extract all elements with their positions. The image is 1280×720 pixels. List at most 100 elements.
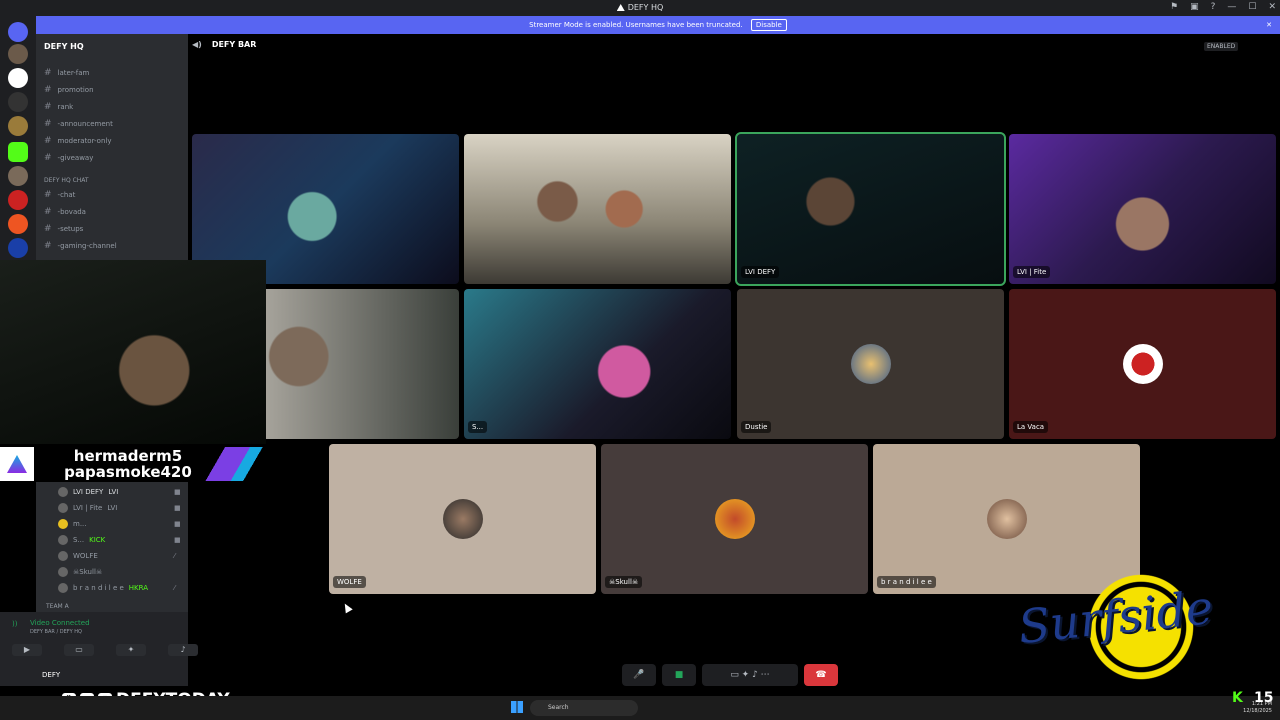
streamer-webcam <box>0 260 266 444</box>
muted-icon: ⁄ <box>174 552 176 560</box>
minimize-button[interactable]: — <box>1227 2 1236 12</box>
channel-later-fam[interactable]: # later-fam <box>44 68 89 78</box>
signal-icon: )) <box>12 620 18 628</box>
hash-icon: # <box>44 224 52 234</box>
video-tile[interactable]: LVI DEFY <box>735 132 1006 286</box>
video-tile[interactable]: b r a n d i l e e <box>873 444 1140 594</box>
inbox-icon[interactable]: ▣ <box>1190 2 1199 12</box>
camera-icon: ■ <box>174 504 181 512</box>
video-tile[interactable]: Dustie <box>737 289 1004 439</box>
channel-setups[interactable]: # -setups <box>44 224 83 234</box>
hash-icon: # <box>44 153 52 163</box>
defy-logo-icon <box>0 447 34 481</box>
channel-moderator-only[interactable]: # moderator-only <box>44 136 112 146</box>
mute-button[interactable]: 🎤 <box>622 664 656 686</box>
video-tile[interactable]: LVI | Fite <box>1009 134 1276 284</box>
server-icon[interactable] <box>8 68 28 88</box>
voice-user[interactable]: LVI | Fite LVI ■ <box>58 503 181 513</box>
voice-connection-panel: )) Video Connected DEFY BAR / DEFY HQ ▶ … <box>0 612 198 662</box>
server-rail <box>0 16 36 266</box>
server-icon[interactable] <box>8 238 28 258</box>
taskbar-search[interactable]: Search <box>530 700 638 716</box>
voice-user[interactable]: m... ■ <box>58 519 181 529</box>
channel-giveaway[interactable]: # -giveaway <box>44 153 93 163</box>
channel-sidebar: DEFY HQ # later-fam # promotion # rank # -an… <box>36 34 188 264</box>
participant-name: WOLFE <box>333 576 366 588</box>
video-tile[interactable]: WOLFE <box>329 444 596 594</box>
server-icon[interactable] <box>8 190 28 210</box>
maximize-button[interactable]: ☐ <box>1248 2 1256 12</box>
screen-share-button[interactable]: ▭ <box>64 644 94 656</box>
participant-name: S... <box>468 421 488 433</box>
channel-gaming[interactable]: # -gaming-channel <box>44 241 117 251</box>
avatar <box>58 519 68 529</box>
category-header[interactable]: DEFY HQ CHAT <box>44 177 89 184</box>
camera-icon: ■ <box>174 520 181 528</box>
participant-name: Dustie <box>741 421 772 433</box>
avatar <box>58 551 68 561</box>
video-tile[interactable]: La Vaca <box>1009 289 1276 439</box>
voice-user[interactable]: b r a n d i l e e HKRA ⁄ <box>58 583 175 593</box>
disable-streamer-mode-button[interactable]: Disable <box>750 19 787 31</box>
hash-icon: # <box>44 68 52 78</box>
camera-icon: ■ <box>174 488 181 496</box>
camera-button[interactable]: ▶ <box>12 644 42 656</box>
participant-name: LVI | Fite <box>1013 266 1051 278</box>
disconnect-button[interactable]: ☎ <box>804 664 838 686</box>
team-channel[interactable]: TEAM A <box>46 603 69 610</box>
connection-status: Video Connected <box>30 619 90 627</box>
channel-announcement[interactable]: # -announcement <box>44 119 113 129</box>
camera-toggle-button[interactable]: ■ <box>662 664 696 686</box>
call-controls: 🎤 ■ ▭ ✦ ♪ ⋯ ☎ <box>622 664 838 686</box>
participant-name: b r a n d i l e e <box>877 576 936 588</box>
soundboard-button[interactable]: ♪ <box>168 644 198 656</box>
camera-icon: ■ <box>174 536 181 544</box>
voice-user[interactable]: ☠Skull☠ <box>58 567 102 577</box>
close-banner-icon[interactable]: ✕ <box>1266 16 1272 34</box>
channel-bovada[interactable]: # -bovada <box>44 207 86 217</box>
avatar <box>986 499 1027 539</box>
avatar <box>58 567 68 577</box>
video-tile[interactable]: S... <box>464 289 731 439</box>
kick-server-icon[interactable] <box>8 142 28 162</box>
server-icon[interactable] <box>8 116 28 136</box>
video-tile[interactable] <box>464 134 731 284</box>
username[interactable]: DEFY <box>42 671 60 679</box>
hash-icon: # <box>44 190 52 200</box>
server-name[interactable]: DEFY HQ <box>44 42 84 51</box>
avatar <box>58 487 68 497</box>
server-icon[interactable] <box>8 92 28 112</box>
streamer-mode-banner: Streamer Mode is enabled. Usernames have… <box>36 16 1280 34</box>
hash-icon: # <box>44 207 52 217</box>
hash-icon: # <box>44 85 52 95</box>
channel-promotion[interactable]: # promotion <box>44 85 94 95</box>
avatar <box>58 503 68 513</box>
voice-user[interactable]: S... KICK ■ <box>58 535 181 545</box>
windows-start-icon[interactable] <box>511 701 523 713</box>
windows-taskbar: Search 1:21 PM 12/18/2025 <box>0 696 1280 720</box>
hash-icon: # <box>44 136 52 146</box>
server-icon[interactable] <box>8 44 28 64</box>
voice-user[interactable]: WOLFE ⁄ <box>58 551 175 561</box>
video-tile[interactable]: ☠Skull☠ <box>601 444 868 594</box>
kick-logo-icon: K <box>1232 690 1243 706</box>
voice-channel-header: ◀) DEFY BAR <box>192 40 257 49</box>
server-icon[interactable] <box>8 166 28 186</box>
mouse-cursor <box>341 601 353 614</box>
pin-icon[interactable]: ⚑ <box>1170 2 1178 12</box>
connection-path[interactable]: DEFY BAR / DEFY HQ <box>30 629 82 635</box>
speaker-icon: ◀) <box>192 40 202 49</box>
activities-button[interactable]: ✦ <box>116 644 146 656</box>
home-icon[interactable] <box>8 22 28 42</box>
help-icon[interactable]: ? <box>1211 2 1216 12</box>
server-icon[interactable] <box>8 214 28 234</box>
voice-user[interactable]: LVI DEFY LVI ■ <box>58 487 181 497</box>
share-activity-buttons[interactable]: ▭ ✦ ♪ ⋯ <box>702 664 798 686</box>
discord-logo-icon <box>616 4 625 11</box>
channel-rank[interactable]: # rank <box>44 102 73 112</box>
voice-user-list: LVI DEFY LVI ■ LVI | Fite LVI ■ m... ■ S... KI… <box>36 482 188 612</box>
close-button[interactable]: ✕ <box>1268 2 1276 12</box>
muted-icon: ⁄ <box>174 584 176 592</box>
avatar <box>850 344 891 384</box>
channel-chat[interactable]: # -chat <box>44 190 75 200</box>
